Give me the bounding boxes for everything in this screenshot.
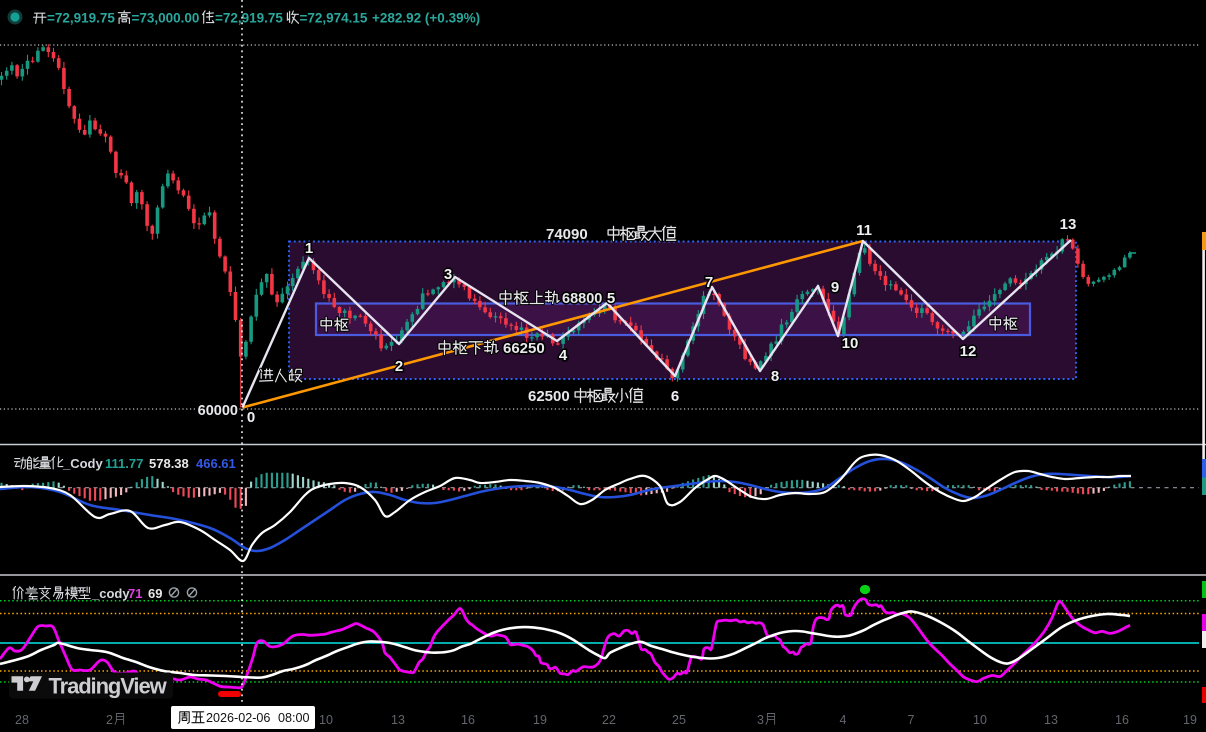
svg-text:10: 10 bbox=[973, 713, 987, 727]
svg-text:22: 22 bbox=[602, 713, 616, 727]
svg-text:2: 2 bbox=[106, 713, 113, 727]
svg-text:11: 11 bbox=[856, 222, 872, 239]
svg-text:71: 71 bbox=[128, 586, 142, 601]
svg-text:66250: 66250 bbox=[503, 340, 545, 357]
svg-text:466.61: 466.61 bbox=[196, 456, 236, 471]
svg-text:25: 25 bbox=[672, 713, 686, 727]
svg-text:74090: 74090 bbox=[546, 226, 588, 243]
svg-text:19: 19 bbox=[1183, 713, 1197, 727]
svg-text:2026-02-06: 2026-02-06 bbox=[206, 711, 270, 725]
svg-text:_cody: _cody bbox=[91, 586, 130, 601]
svg-text:13: 13 bbox=[1060, 216, 1077, 233]
svg-text:3: 3 bbox=[757, 713, 764, 727]
svg-text:60000: 60000 bbox=[198, 403, 238, 419]
svg-text:=73,000.00: =73,000.00 bbox=[132, 11, 200, 26]
svg-text:3: 3 bbox=[444, 266, 452, 283]
svg-text:69: 69 bbox=[148, 586, 162, 601]
svg-text:578.38: 578.38 bbox=[149, 456, 189, 471]
svg-text:7: 7 bbox=[908, 713, 915, 727]
svg-text:62500: 62500 bbox=[528, 388, 570, 405]
svg-text:=72,919.75: =72,919.75 bbox=[47, 11, 115, 26]
svg-text:13: 13 bbox=[391, 713, 405, 727]
svg-text:12: 12 bbox=[960, 343, 977, 360]
svg-text:_Cody: _Cody bbox=[62, 456, 104, 471]
svg-text:16: 16 bbox=[461, 713, 475, 727]
svg-text:5: 5 bbox=[607, 290, 615, 307]
svg-text:0: 0 bbox=[247, 409, 255, 426]
svg-text:2: 2 bbox=[395, 358, 403, 375]
svg-text:28: 28 bbox=[15, 713, 29, 727]
svg-text:4: 4 bbox=[559, 347, 568, 364]
svg-text:10: 10 bbox=[842, 335, 859, 352]
svg-text:10: 10 bbox=[319, 713, 333, 727]
svg-text:8: 8 bbox=[771, 368, 779, 385]
svg-text:19: 19 bbox=[533, 713, 547, 727]
svg-text:9: 9 bbox=[831, 279, 839, 296]
svg-text:08:00: 08:00 bbox=[278, 711, 310, 725]
svg-text:=72,919.75: =72,919.75 bbox=[215, 11, 283, 26]
svg-text:13: 13 bbox=[1044, 713, 1058, 727]
svg-text:+282.92 (+0.39%): +282.92 (+0.39%) bbox=[372, 11, 480, 26]
svg-text:16: 16 bbox=[1115, 713, 1129, 727]
svg-text:6: 6 bbox=[671, 388, 679, 405]
svg-text:68800: 68800 bbox=[562, 291, 602, 307]
svg-text:TradingView: TradingView bbox=[49, 673, 168, 698]
svg-text:4: 4 bbox=[840, 713, 847, 727]
svg-text:1: 1 bbox=[305, 240, 313, 257]
svg-text:=72,974.15: =72,974.15 bbox=[300, 11, 368, 26]
svg-text:7: 7 bbox=[705, 274, 713, 291]
svg-text:111.77: 111.77 bbox=[105, 456, 143, 471]
